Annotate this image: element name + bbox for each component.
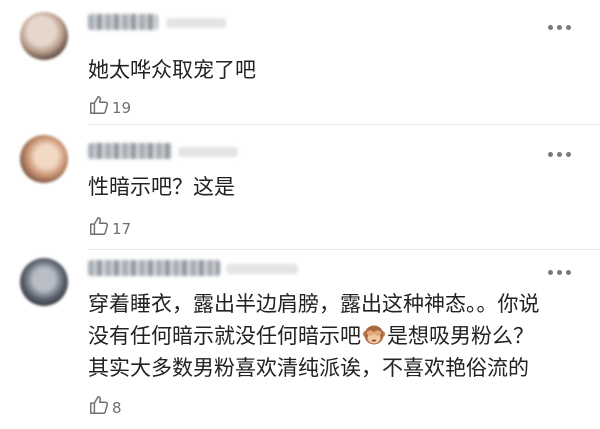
comment-text: 她太哗众取宠了吧	[88, 58, 256, 82]
comment-text-line-3: 其实大多数男粉喜欢清纯派诶，不喜欢艳俗流的	[88, 356, 529, 380]
username-blurred[interactable]	[88, 260, 220, 276]
comment-item-1: 她太哗众取宠了吧 19	[0, 0, 600, 125]
like-count: 8	[112, 399, 122, 417]
like-button[interactable]: 17	[88, 215, 131, 237]
more-options-button[interactable]	[548, 270, 572, 276]
like-count: 17	[112, 220, 132, 238]
comment-text-line-1: 穿着睡衣，露出半边肩膀，露出这种神态。。你说	[88, 292, 540, 316]
username-blurred[interactable]	[88, 14, 158, 30]
comment-text-segment: 是想吸男粉么？	[387, 324, 534, 348]
timestamp-blurred	[166, 18, 226, 28]
thumbs-up-icon	[90, 217, 109, 235]
like-button[interactable]: 8	[88, 394, 122, 416]
more-options-button[interactable]	[548, 25, 572, 31]
comment-text-line-2: 没有任何暗示就没任何暗示吧 是想吸男粉么？	[88, 320, 534, 352]
avatar[interactable]	[20, 258, 68, 306]
more-options-button[interactable]	[548, 152, 572, 158]
avatar[interactable]	[20, 135, 68, 183]
see-no-evil-monkey-emoji	[362, 325, 386, 345]
timestamp-blurred	[178, 147, 238, 157]
avatar[interactable]	[20, 12, 68, 60]
comment-item-3: 穿着睡衣，露出半边肩膀，露出这种神态。。你说 没有任何暗示就没任何暗示吧 是想吸…	[0, 250, 600, 429]
comment-item-2: 性暗示吧？这是 17	[0, 125, 600, 250]
like-count: 19	[112, 99, 132, 117]
timestamp-blurred	[226, 264, 298, 274]
username-blurred[interactable]	[88, 143, 172, 159]
thumbs-up-icon	[90, 396, 109, 414]
comment-text: 性暗示吧？这是	[88, 175, 235, 199]
comment-text-segment: 没有任何暗示就没任何暗示吧	[88, 324, 361, 348]
like-button[interactable]: 19	[88, 94, 131, 116]
thumbs-up-icon	[90, 96, 109, 114]
